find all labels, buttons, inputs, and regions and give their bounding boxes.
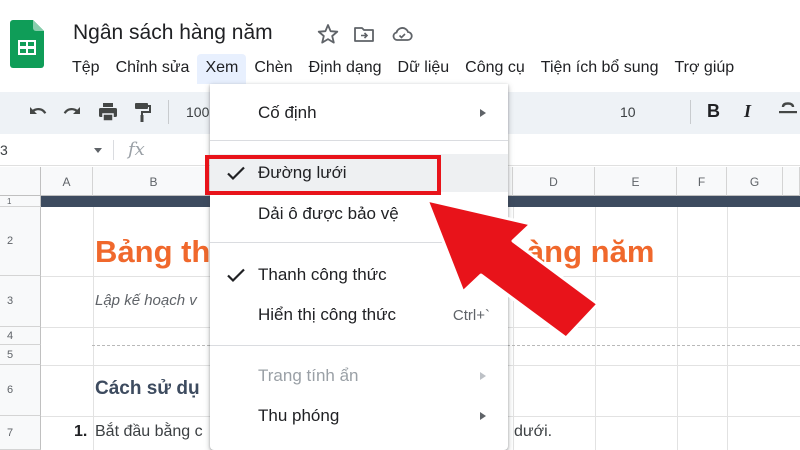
submenu-arrow-icon [480,109,486,117]
row-header[interactable]: 1 [0,196,41,207]
undo-icon[interactable] [26,100,50,124]
toolbar-separator [690,100,691,124]
zoom-select[interactable]: 100 [186,104,209,120]
chevron-down-icon[interactable] [94,148,102,153]
document-title[interactable]: Ngân sách hàng năm [73,21,273,45]
italic-button[interactable]: I [744,101,751,122]
select-all-corner[interactable] [0,167,41,196]
row-header[interactable]: 4 [0,327,41,345]
cloud-saved-icon[interactable] [390,22,414,46]
sheet-heading-text: Cách sử dụ [95,378,200,399]
paint-format-icon[interactable] [130,100,154,124]
column-header[interactable]: G [727,167,783,196]
grid-col-line [727,207,728,450]
menu-addons[interactable]: Tiện ích bổ sung [533,54,667,84]
column-header[interactable]: F [677,167,727,196]
grid-col-line [93,207,94,450]
row-header[interactable]: 7 [0,416,41,450]
submenu-arrow-icon [480,372,486,380]
list-item-text-right: dưới. [514,423,553,440]
menu-data[interactable]: Dữ liệu [390,54,458,84]
redo-icon[interactable] [60,100,84,124]
column-header[interactable]: D [513,167,595,196]
bold-button[interactable]: B [707,101,720,122]
star-icon[interactable] [316,22,340,46]
menu-item-label: Hiển thị công thức [258,305,397,324]
menu-edit[interactable]: Chỉnh sửa [108,54,198,84]
column-header[interactable]: B [93,167,215,196]
list-item-text: Bắt đầu bằng c [95,423,203,440]
menu-item-hidden-sheets[interactable]: Trang tính ẩn [210,357,508,395]
row-header[interactable]: 3 [0,276,41,327]
menu-item-label: Thu phóng [258,406,340,425]
menu-item-label: Dải ô được bảo vệ [258,204,399,223]
menu-format[interactable]: Định dạng [301,54,390,84]
font-size-select[interactable]: 10 [620,104,636,120]
row-header[interactable]: 6 [0,365,41,416]
menu-item-label: Thanh công thức [258,265,387,284]
submenu-arrow-icon [480,412,486,420]
menu-tools[interactable]: Công cụ [457,54,533,84]
row-header[interactable]: 2 [0,207,41,276]
sheets-logo-icon[interactable] [10,20,44,68]
checkmark-icon [227,268,245,283]
menu-insert[interactable]: Chèn [246,54,300,84]
pointer-arrow-icon [425,198,600,340]
row-header[interactable]: 5 [0,345,41,365]
strikethrough-icon[interactable] [776,100,800,124]
formula-separator [113,140,114,160]
menu-file[interactable]: Tệp [64,54,108,84]
sheet-subtitle-text: Lập kế hoạch v [95,292,197,309]
menu-bar: Tệp Chỉnh sửa Xem Chèn Định dạng Dữ liệu… [64,54,742,84]
sheet-title-text: Bảng th [95,234,211,269]
column-header[interactable]: A [41,167,93,196]
fx-icon: fx [128,139,145,160]
menu-divider [210,140,508,141]
column-header[interactable]: E [595,167,677,196]
menu-item-zoom[interactable]: Thu phóng [210,397,508,435]
name-box[interactable]: 3 [0,142,8,158]
print-icon[interactable] [96,100,120,124]
menu-view[interactable]: Xem [197,54,247,84]
menu-item-label: Cố định [258,103,317,122]
menu-help[interactable]: Trợ giúp [666,54,742,84]
move-to-folder-icon[interactable] [352,22,376,46]
grid-col-line [677,207,678,450]
menu-divider [210,345,508,346]
column-header[interactable] [783,167,800,196]
menu-item-label: Trang tính ẩn [258,366,359,385]
list-number: 1. [74,423,88,440]
toolbar-separator [168,100,169,124]
highlight-box [205,155,441,195]
menu-item-freeze[interactable]: Cố định [210,94,508,132]
